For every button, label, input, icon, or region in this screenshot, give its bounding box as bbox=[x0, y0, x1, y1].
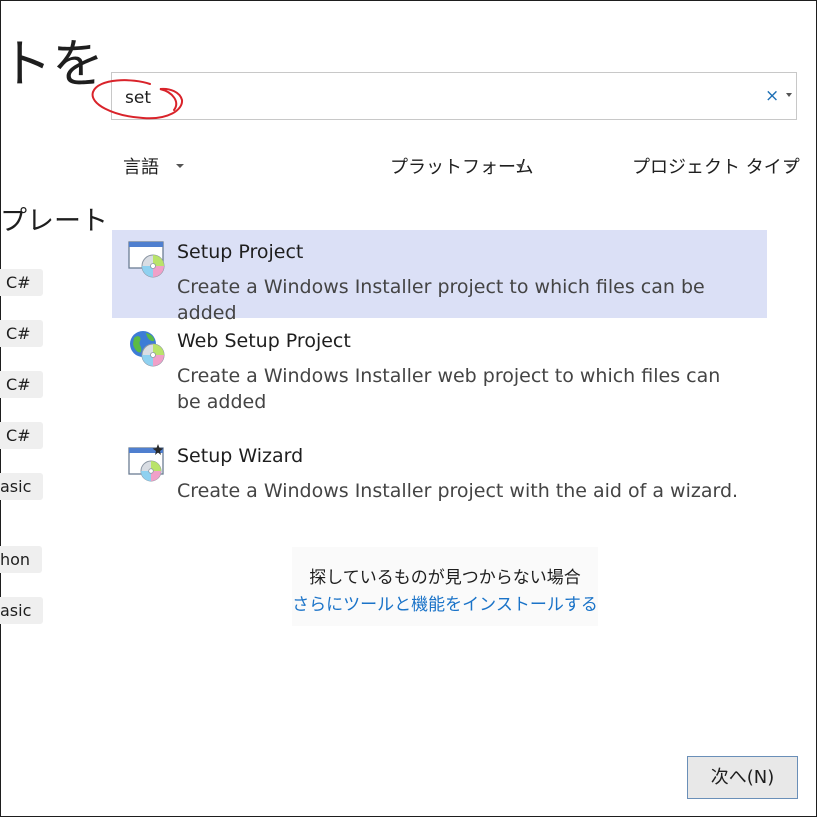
setup-project-icon bbox=[128, 241, 165, 278]
web-setup-project-icon bbox=[130, 331, 165, 367]
setup-wizard-icon bbox=[128, 444, 164, 482]
result-description: Create a Windows Installer web project t… bbox=[177, 365, 721, 413]
recent-template-language-tag: C# bbox=[0, 422, 43, 449]
language-filter-chevron-down-icon[interactable] bbox=[176, 164, 184, 168]
install-more-tools-link[interactable]: さらにツールと機能をインストールする bbox=[292, 590, 598, 615]
search-history-chevron-down-icon[interactable] bbox=[786, 93, 792, 97]
result-title: Setup Wizard bbox=[177, 445, 304, 467]
language-filter[interactable]: 言語 bbox=[123, 153, 159, 179]
recent-templates-heading: プレート bbox=[0, 206, 108, 237]
result-description: Create a Windows Installer project with … bbox=[177, 480, 739, 502]
search-input[interactable] bbox=[111, 72, 797, 120]
project-type-filter[interactable]: プロジェクト タイプ bbox=[632, 153, 800, 179]
project-type-filter-chevron-down-icon[interactable] bbox=[786, 164, 794, 168]
not-found-help-text: 探しているものが見つからない場合 bbox=[309, 568, 581, 588]
platform-filter-label: プラットフォーム bbox=[390, 157, 534, 178]
recent-template-language-tag: C# bbox=[0, 371, 43, 398]
recent-template-language-tag: asic bbox=[0, 597, 44, 624]
recent-template-language-tag: C# bbox=[0, 320, 43, 347]
not-found-help-box: 探しているものが見つからない場合 さらにツールと機能をインストールする bbox=[292, 547, 598, 626]
platform-filter[interactable]: プラットフォーム bbox=[390, 153, 533, 179]
recent-template-language-tag: hon bbox=[0, 546, 43, 573]
recent-template-language-tag: asic bbox=[0, 473, 44, 500]
platform-filter-chevron-down-icon[interactable] bbox=[516, 164, 524, 168]
result-web-setup-project[interactable]: Web Setup Project Create a Windows Insta… bbox=[112, 319, 767, 431]
clear-search-icon[interactable]: × bbox=[765, 86, 779, 106]
red-circle-annotation bbox=[91, 79, 183, 120]
project-type-filter-label: プロジェクト タイプ bbox=[632, 157, 800, 178]
result-title: Web Setup Project bbox=[177, 330, 351, 352]
language-filter-label: 言語 bbox=[123, 157, 159, 178]
recent-template-language-tag: C# bbox=[0, 269, 43, 296]
next-button[interactable]: 次へ(N) bbox=[687, 756, 798, 799]
result-setup-project[interactable]: Setup Project Create a Windows Installer… bbox=[112, 230, 767, 324]
result-setup-wizard[interactable]: Setup Wizard Create a Windows Installer … bbox=[112, 434, 767, 524]
result-title: Setup Project bbox=[177, 241, 304, 263]
